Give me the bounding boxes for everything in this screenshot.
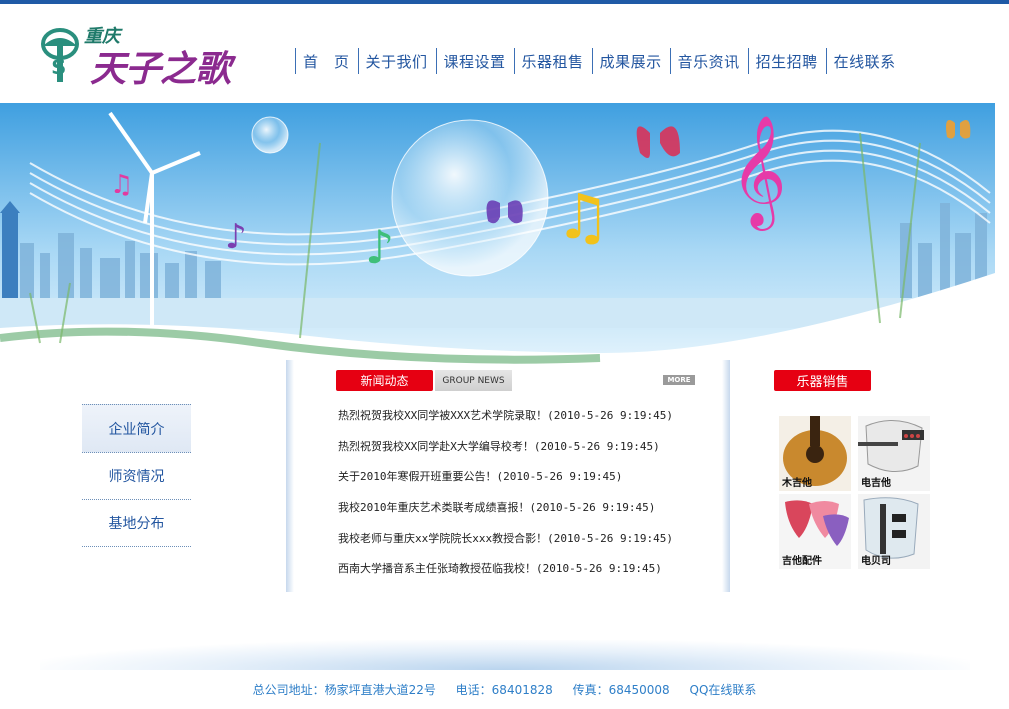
svg-text:♫: ♫ [110, 170, 133, 200]
news-item[interactable]: 我校2010年重庆艺术类联考成绩喜报！(2010-5-26 9:19:45) [338, 492, 718, 523]
svg-text:$: $ [51, 55, 66, 80]
logo-brand: 天子之歌 [90, 48, 231, 90]
guitar-accessories-label: 吉他配件 [782, 556, 822, 567]
coin-logo-icon: $ [41, 28, 79, 82]
news-item[interactable]: 我校老师与重庆xx学院院长xxx教授合影！(2010-5-26 9:19:45) [338, 522, 718, 553]
nav-courses[interactable]: 课程设置 [435, 48, 514, 74]
guitar-accessories-thumb[interactable]: 吉他配件 [779, 494, 851, 569]
footer-fax: 传真：68450008 [572, 683, 670, 697]
footer-phone: 电话：68401828 [455, 683, 553, 697]
svg-text:𝄞: 𝄞 [730, 114, 787, 231]
electric-bass-thumb[interactable]: 电贝司 [858, 494, 930, 569]
news-panel-right-edge [722, 360, 730, 592]
news-list: 热烈祝贺我校XX同学被XXX艺术学院录取！(2010-5-26 9:19:45)… [338, 400, 718, 584]
banner-illustration: ♫ ♪ ♪ ♫ 𝄞 [0, 103, 995, 373]
nav-recruitment[interactable]: 招生招聘 [747, 48, 826, 74]
side-menu: 企业简介 师资情况 基地分布 [82, 404, 191, 547]
news-item[interactable]: 西南大学播音系主任张琦教授莅临我校！(2010-5-26 9:19:45) [338, 553, 718, 584]
news-item[interactable]: 热烈祝贺我校XX同学被XXX艺术学院录取！(2010-5-26 9:19:45) [338, 400, 718, 431]
svg-text:♪: ♪ [225, 217, 247, 257]
svg-text:♪: ♪ [365, 220, 394, 274]
acoustic-guitar-thumb[interactable]: 木吉他 [779, 416, 851, 491]
nav-contact[interactable]: 在线联系 [825, 48, 904, 74]
nav-about[interactable]: 关于我们 [357, 48, 436, 74]
acoustic-guitar-label: 木吉他 [782, 478, 812, 489]
main-nav: 首 页 关于我们 课程设置 乐器租售 成果展示 音乐资讯 招生招聘 在线联系 [295, 48, 904, 74]
news-item[interactable]: 热烈祝贺我校XX同学赴X大学编导校考！(2010-5-26 9:19:45) [338, 431, 718, 462]
footer: 总公司地址：杨家坪直港大道22号 电话：68401828 传真：68450008… [0, 681, 1009, 698]
instruments-title-tab: 乐器销售 [774, 370, 871, 391]
side-item-company-intro[interactable]: 企业简介 [82, 404, 191, 453]
site-logo[interactable]: $ 重庆 天子之歌 [38, 20, 258, 90]
news-title-tab: 新闻动态 [336, 370, 433, 391]
side-item-locations[interactable]: 基地分布 [82, 500, 191, 547]
nav-home[interactable]: 首 页 [295, 48, 358, 74]
electric-guitar-thumb[interactable]: 电吉他 [858, 416, 930, 491]
nav-instruments[interactable]: 乐器租售 [513, 48, 592, 74]
news-more-button[interactable]: MORE [663, 375, 695, 385]
news-panel-left-edge [286, 360, 294, 592]
svg-text:♫: ♫ [555, 180, 611, 253]
side-item-faculty[interactable]: 师资情况 [82, 453, 191, 500]
footer-glow [40, 640, 970, 670]
news-subtitle-tab: GROUP NEWS [435, 370, 512, 391]
top-border [0, 0, 1009, 4]
news-item[interactable]: 关于2010年寒假开班重要公告！(2010-5-26 9:19:45) [338, 461, 718, 492]
nav-music-news[interactable]: 音乐资讯 [669, 48, 748, 74]
electric-bass-label: 电贝司 [861, 556, 891, 567]
footer-address: 总公司地址：杨家坪直港大道22号 [252, 683, 436, 697]
footer-qq-contact-link[interactable]: QQ在线联系 [690, 683, 757, 697]
nav-achievements[interactable]: 成果展示 [591, 48, 670, 74]
hero-banner: ♫ ♪ ♪ ♫ 𝄞 [0, 103, 995, 373]
electric-guitar-label: 电吉他 [861, 478, 891, 489]
